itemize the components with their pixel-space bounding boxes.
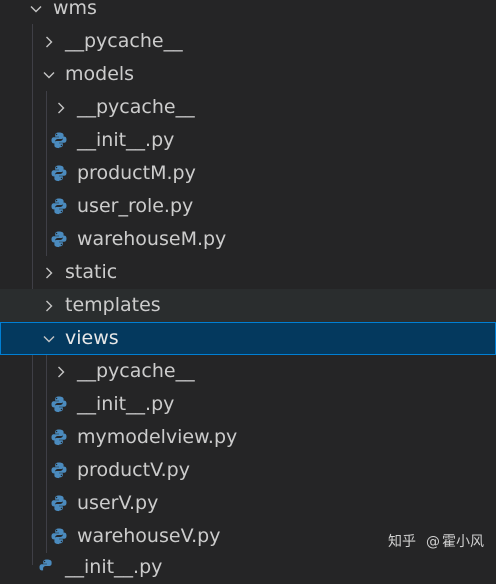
chevron-down-icon [36, 58, 62, 91]
tree-file-init[interactable]: __init__.py [0, 388, 496, 421]
tree-label: templates [65, 294, 161, 316]
chevron-right-icon [48, 91, 74, 124]
tree-file-userv[interactable]: userV.py [0, 487, 496, 520]
watermark-author: 霍小风 [442, 534, 484, 550]
tree-file-user-role[interactable]: user_role.py [0, 190, 496, 223]
tree-label: models [65, 63, 135, 85]
tree-label: __init__.py [65, 556, 163, 578]
chevron-right-icon [36, 289, 62, 322]
tree-label: user_role.py [77, 195, 194, 217]
tree-label: wms [53, 0, 97, 19]
watermark: 知乎 @ 霍小风 [388, 530, 484, 554]
tree-folder-wms[interactable]: wms [0, 0, 496, 25]
tree-label: __init__.py [77, 393, 175, 415]
tree-label: __init__.py [77, 129, 175, 151]
python-file-icon [50, 164, 68, 182]
tree-folder-pycache[interactable]: __pycache__ [0, 25, 496, 58]
tree-folder-views[interactable]: views [0, 322, 496, 355]
tree-file-init-partial[interactable]: __init__.py [0, 551, 496, 584]
chevron-down-icon [36, 322, 62, 355]
watermark-at: @ [426, 534, 440, 550]
python-file-icon [50, 197, 68, 215]
tree-folder-templates[interactable]: templates [0, 289, 496, 322]
python-file-icon [38, 558, 56, 576]
python-file-icon [50, 395, 68, 413]
tree-label: productV.py [77, 459, 190, 481]
python-file-icon [50, 461, 68, 479]
chevron-right-icon [36, 25, 62, 58]
tree-folder-pycache[interactable]: __pycache__ [0, 355, 496, 388]
tree-label: warehouseV.py [77, 525, 221, 547]
tree-label: warehouseM.py [77, 228, 227, 250]
watermark-brand: 知乎 [388, 534, 416, 550]
tree-label: userV.py [77, 492, 159, 514]
chevron-right-icon [48, 355, 74, 388]
chevron-down-icon [23, 0, 49, 25]
tree-folder-static[interactable]: static [0, 256, 496, 289]
python-file-icon [50, 131, 68, 149]
tree-folder-pycache[interactable]: __pycache__ [0, 91, 496, 124]
tree-file-init[interactable]: __init__.py [0, 124, 496, 157]
tree-label: mymodelview.py [77, 426, 238, 448]
tree-file-warehousem[interactable]: warehouseM.py [0, 223, 496, 256]
tree-file-productv[interactable]: productV.py [0, 454, 496, 487]
tree-folder-models[interactable]: models [0, 58, 496, 91]
chevron-right-icon [36, 256, 62, 289]
python-file-icon [50, 428, 68, 446]
tree-label: productM.py [77, 162, 196, 184]
python-file-icon [50, 230, 68, 248]
tree-label: __pycache__ [65, 30, 183, 52]
python-file-icon [50, 527, 68, 545]
tree-label: __pycache__ [77, 96, 195, 118]
tree-label: __pycache__ [77, 360, 195, 382]
tree-file-productm[interactable]: productM.py [0, 157, 496, 190]
tree-label: views [65, 327, 119, 349]
tree-file-mymodelview[interactable]: mymodelview.py [0, 421, 496, 454]
tree-label: static [65, 261, 118, 283]
python-file-icon [50, 494, 68, 512]
